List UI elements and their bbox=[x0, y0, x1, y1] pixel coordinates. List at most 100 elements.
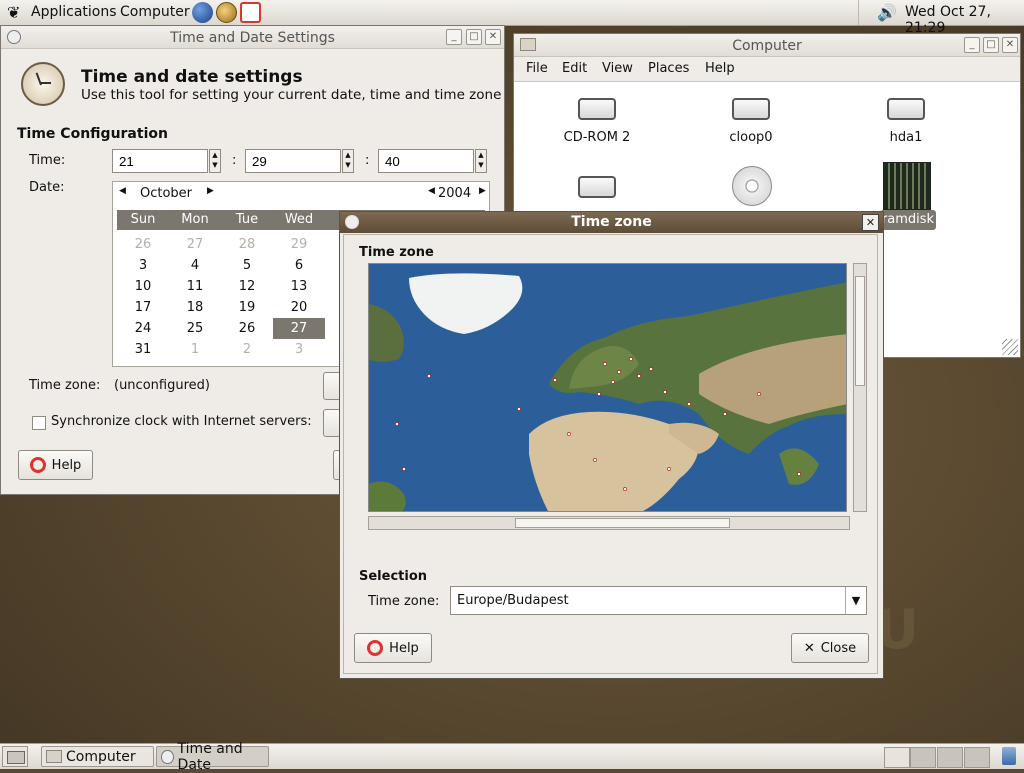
calendar-day[interactable]: 20 bbox=[273, 297, 325, 318]
calendar-day[interactable]: 26 bbox=[117, 234, 169, 255]
task-button-computer[interactable]: Computer bbox=[41, 746, 154, 767]
cdrom-disc-icon[interactable] bbox=[732, 166, 772, 206]
menu-view[interactable]: View bbox=[602, 61, 633, 76]
calendar-day[interactable]: 19 bbox=[221, 297, 273, 318]
gnome-foot-icon[interactable]: ❦ bbox=[7, 3, 20, 22]
task-button-time-date[interactable]: Time and Date bbox=[156, 741, 269, 773]
menu-edit[interactable]: Edit bbox=[562, 61, 587, 76]
calendar-day[interactable]: 28 bbox=[221, 234, 273, 255]
trash-icon[interactable] bbox=[1002, 747, 1016, 765]
clock-area: 🔊 Wed Oct 27, 21:29 bbox=[858, 0, 1024, 36]
help-icon[interactable] bbox=[240, 2, 261, 23]
calendar-year: 2004 bbox=[438, 186, 472, 201]
hour-input[interactable] bbox=[112, 149, 208, 173]
item-label: cloop0 bbox=[729, 130, 773, 145]
workspace-1[interactable] bbox=[884, 747, 910, 768]
second-input[interactable] bbox=[378, 149, 474, 173]
maximize-button[interactable]: □ bbox=[983, 37, 999, 53]
resize-grip[interactable] bbox=[1002, 339, 1018, 355]
close-button[interactable]: ✕ bbox=[485, 29, 501, 45]
window-title: Time and Date Settings bbox=[170, 30, 335, 46]
calendar-day[interactable]: 27 bbox=[273, 318, 325, 339]
help-button[interactable]: Help bbox=[18, 450, 93, 480]
drive-item-hda1[interactable]: hda1 bbox=[851, 98, 961, 145]
weekday-sun: Sun bbox=[130, 212, 156, 227]
calendar-day[interactable]: 18 bbox=[169, 297, 221, 318]
calendar-day[interactable]: 10 bbox=[117, 276, 169, 297]
scroll-thumb[interactable] bbox=[515, 518, 730, 528]
sync-checkbox[interactable] bbox=[32, 416, 46, 430]
calendar-day[interactable]: 3 bbox=[117, 255, 169, 276]
calendar-day[interactable]: 4 bbox=[169, 255, 221, 276]
time-date-titlebar[interactable]: Time and Date Settings _ □ ✕ bbox=[1, 26, 504, 49]
calendar-day[interactable]: 6 bbox=[273, 255, 325, 276]
help-button[interactable]: Help bbox=[354, 633, 432, 663]
chevron-down-icon[interactable]: ▼ bbox=[845, 587, 866, 614]
calendar-day[interactable]: 29 bbox=[273, 234, 325, 255]
computer-titlebar[interactable]: Computer _ □ ✕ bbox=[514, 34, 1020, 57]
calendar-day[interactable]: 12 bbox=[221, 276, 273, 297]
calendar-day[interactable]: 26 bbox=[221, 318, 273, 339]
top-panel: ❦ Applications Computer 🔊 Wed Oct 27, 21… bbox=[0, 0, 1024, 36]
hour-spin-button[interactable]: ▲ ▼ bbox=[209, 149, 221, 173]
prev-year-arrow[interactable]: ◀ bbox=[428, 186, 435, 196]
scroll-thumb[interactable] bbox=[855, 276, 865, 386]
next-month-arrow[interactable]: ▶ bbox=[207, 186, 214, 196]
timezone-titlebar[interactable]: Time zone ✕ bbox=[340, 212, 883, 233]
close-button[interactable]: ✕ Close bbox=[791, 633, 869, 663]
workspace-2[interactable] bbox=[910, 747, 936, 768]
next-year-arrow[interactable]: ▶ bbox=[479, 186, 486, 196]
world-map[interactable] bbox=[368, 263, 847, 512]
applications-menu[interactable]: Applications bbox=[31, 4, 117, 20]
show-desktop-button[interactable] bbox=[2, 746, 28, 767]
timezone-combobox[interactable]: Europe/Budapest ▼ bbox=[450, 586, 867, 615]
workspace-3[interactable] bbox=[937, 747, 963, 768]
calendar-day[interactable]: 11 bbox=[169, 276, 221, 297]
item-label-ramdisk[interactable]: ramdisk bbox=[880, 210, 936, 230]
drive-item-cloop0[interactable]: cloop0 bbox=[696, 98, 806, 145]
volume-icon[interactable]: 🔊 bbox=[877, 3, 897, 22]
calendar-day[interactable]: 31 bbox=[117, 339, 169, 360]
minute-spin-button[interactable]: ▲ ▼ bbox=[342, 149, 354, 173]
minimize-button[interactable]: _ bbox=[446, 29, 462, 45]
email-client-icon[interactable] bbox=[216, 2, 237, 23]
second-spin-button[interactable]: ▲ ▼ bbox=[475, 149, 487, 173]
map-vertical-scrollbar[interactable] bbox=[853, 263, 867, 512]
maximize-button[interactable]: □ bbox=[466, 29, 482, 45]
weekday-wed: Wed bbox=[284, 212, 314, 227]
calendar-day[interactable]: 1 bbox=[169, 339, 221, 360]
clock[interactable]: Wed Oct 27, 21:29 bbox=[905, 4, 1024, 36]
bottom-panel: Computer Time and Date bbox=[0, 741, 1024, 773]
prev-month-arrow[interactable]: ◀ bbox=[119, 186, 126, 196]
dialog-title: Time zone bbox=[571, 214, 652, 230]
web-browser-icon[interactable] bbox=[192, 2, 213, 23]
drive-item-cdrom2[interactable]: CD-ROM 2 bbox=[542, 98, 652, 145]
clock-app-icon bbox=[161, 749, 174, 764]
calendar-day[interactable]: 5 bbox=[221, 255, 273, 276]
minute-input[interactable] bbox=[245, 149, 341, 173]
minimize-button[interactable]: _ bbox=[964, 37, 980, 53]
calendar-month: October bbox=[140, 186, 193, 201]
calendar-day[interactable]: 13 bbox=[273, 276, 325, 297]
memory-chip-icon[interactable] bbox=[883, 162, 931, 210]
close-icon[interactable]: ✕ bbox=[862, 214, 879, 231]
calendar-day[interactable]: 27 bbox=[169, 234, 221, 255]
calendar-day[interactable]: 25 bbox=[169, 318, 221, 339]
folder-icon bbox=[46, 750, 62, 763]
computer-menu[interactable]: Computer bbox=[120, 4, 190, 20]
map-horizontal-scrollbar[interactable] bbox=[368, 516, 850, 530]
timezone-label: Time zone: bbox=[29, 378, 101, 393]
menu-help[interactable]: Help bbox=[705, 61, 735, 76]
close-button[interactable]: ✕ bbox=[1002, 37, 1018, 53]
workspace-4[interactable] bbox=[964, 747, 990, 768]
selection-section-title: Selection bbox=[359, 569, 428, 584]
calendar-day[interactable]: 2 bbox=[221, 339, 273, 360]
calendar-day[interactable]: 24 bbox=[117, 318, 169, 339]
menubar: File Edit View Places Help bbox=[514, 57, 1020, 82]
menu-places[interactable]: Places bbox=[648, 61, 689, 76]
menu-file[interactable]: File bbox=[526, 61, 548, 76]
calendar-day[interactable]: 17 bbox=[117, 297, 169, 318]
lifebuoy-icon bbox=[29, 457, 46, 473]
drive-item[interactable] bbox=[542, 176, 652, 198]
calendar-day[interactable]: 3 bbox=[273, 339, 325, 360]
